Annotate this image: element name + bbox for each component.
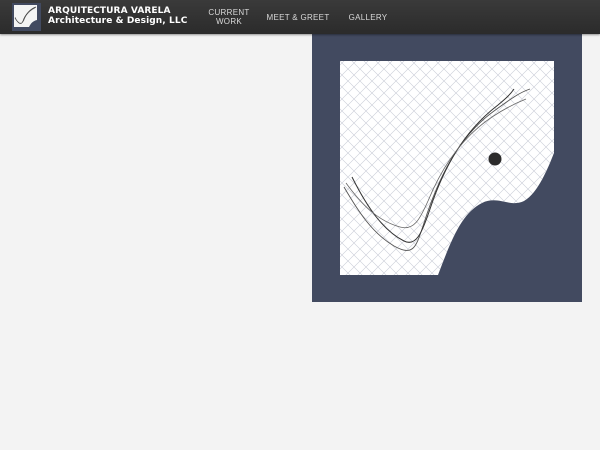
nav-item-meet-and-greet[interactable]: MEET & GREET bbox=[266, 0, 330, 34]
swoosh-artwork-icon bbox=[340, 61, 554, 275]
brand-title: ARQUITECTURA VARELA Architecture & Desig… bbox=[48, 6, 187, 26]
nav-item-current-work[interactable]: CURRENT WORK bbox=[204, 0, 254, 34]
nav-item-gallery[interactable]: GALLERY bbox=[344, 0, 392, 34]
swoosh-logo-icon bbox=[12, 3, 41, 31]
hero-artwork bbox=[312, 33, 582, 302]
brand-line-1: ARQUITECTURA VARELA bbox=[48, 6, 171, 16]
page: ARQUITECTURA VARELA Architecture & Desig… bbox=[0, 0, 600, 450]
logo-link[interactable] bbox=[12, 3, 41, 31]
brand-line-2: Architecture & Design, LLC bbox=[48, 16, 188, 26]
site-header: ARQUITECTURA VARELA Architecture & Desig… bbox=[0, 0, 600, 34]
